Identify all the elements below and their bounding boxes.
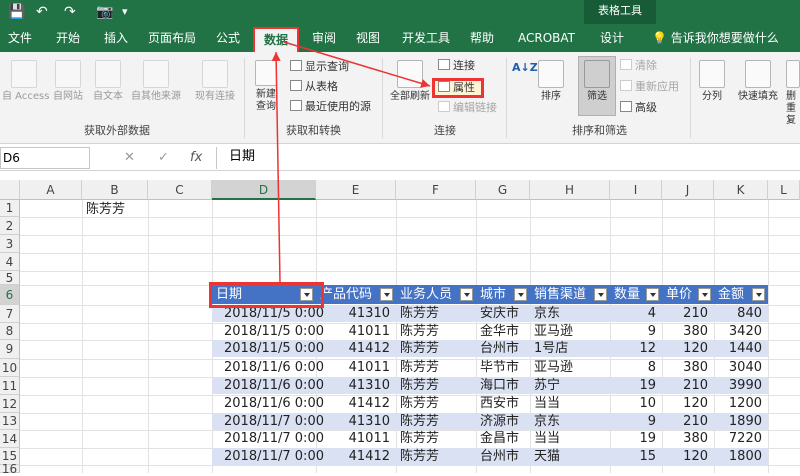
annotation-arrows	[271, 41, 431, 283]
arrow-to-properties	[283, 41, 431, 88]
arrow-to-data-tab	[271, 51, 281, 283]
